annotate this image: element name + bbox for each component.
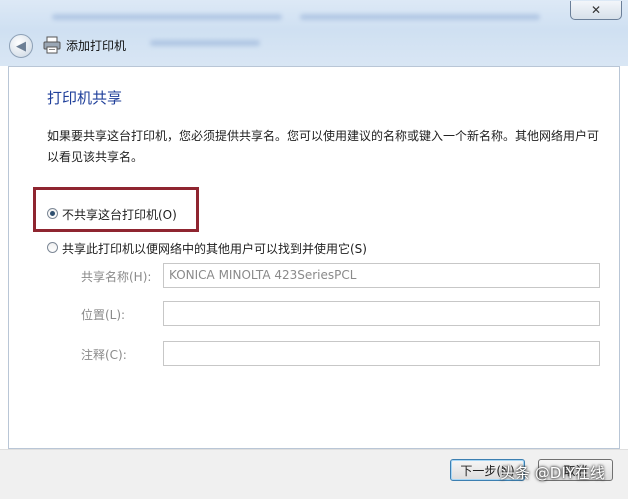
window-title: 添加打印机 [66, 39, 127, 53]
window-titlebar [0, 0, 628, 66]
page-heading: 打印机共享 [47, 89, 123, 107]
radio-selected-dot [50, 211, 55, 216]
share-label[interactable]: 共享此打印机以便网络中的其他用户可以找到并使用它(S) [62, 240, 367, 257]
close-icon: ✕ [590, 3, 602, 17]
share-name-label: 共享名称(H): [81, 270, 152, 284]
share-name-field[interactable]: KONICA MINOLTA 423SeriesPCL [163, 263, 600, 288]
comment-field[interactable] [163, 341, 600, 366]
printer-icon [43, 36, 61, 54]
location-field[interactable] [163, 301, 600, 326]
page-description: 如果要共享这台打印机，您必须提供共享名。您可以使用建议的名称或键入一个新名称。其… [47, 129, 600, 164]
share-radio[interactable] [47, 242, 58, 253]
comment-label: 注释(C): [81, 348, 127, 362]
location-label: 位置(L): [81, 308, 126, 322]
watermark-text: 头条 @DIY在线 [500, 464, 605, 482]
no-share-label[interactable]: 不共享这台打印机(O) [62, 206, 177, 223]
back-button[interactable]: ◀ [9, 34, 33, 58]
close-button[interactable]: ✕ [570, 1, 622, 20]
wizard-content [8, 66, 620, 449]
back-arrow-icon: ◀ [16, 38, 26, 54]
no-share-radio[interactable] [47, 208, 58, 219]
